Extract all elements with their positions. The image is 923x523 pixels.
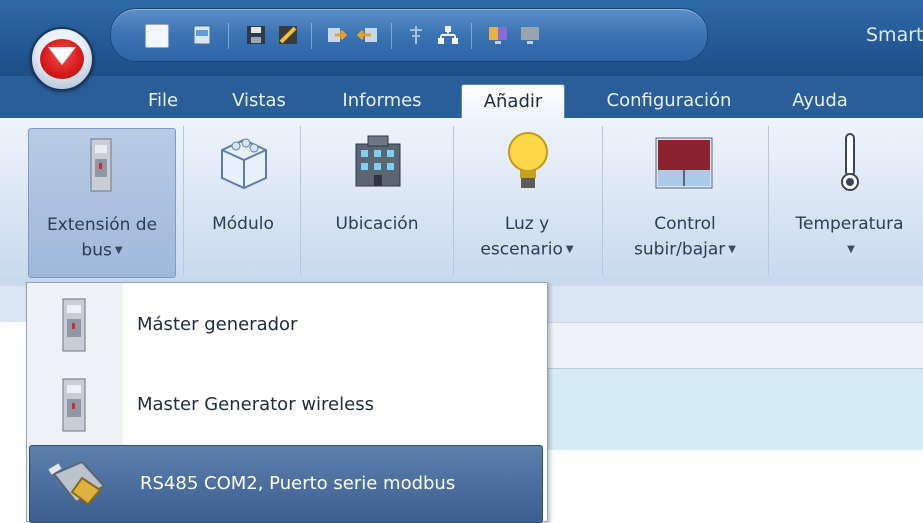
window-title: Smart bbox=[866, 24, 923, 46]
bus-module-icon bbox=[62, 378, 86, 432]
content-header bbox=[545, 322, 923, 369]
import-icon[interactable] bbox=[325, 24, 348, 46]
ubicacion-button[interactable]: Ubicación bbox=[312, 128, 442, 276]
tab-file[interactable]: File bbox=[140, 84, 186, 118]
menu-item-label: Master Generator wireless bbox=[137, 394, 374, 415]
separator bbox=[471, 23, 472, 49]
tab-ayuda[interactable]: Ayuda bbox=[782, 84, 858, 118]
content-area bbox=[545, 450, 923, 520]
separator bbox=[311, 23, 312, 49]
network-icon[interactable] bbox=[437, 24, 459, 46]
luz-y-escenario-button[interactable]: Luz y escenario ▼ bbox=[462, 128, 592, 276]
module-cube-icon bbox=[221, 138, 267, 190]
thermometer-icon bbox=[841, 133, 859, 191]
tab-anadir[interactable]: Añadir bbox=[461, 84, 565, 119]
ubicacion-label: Ubicación bbox=[335, 214, 419, 234]
extension-de-bus-button[interactable]: Extensión de bus ▼ bbox=[28, 128, 176, 278]
tab-informes[interactable]: Informes bbox=[330, 84, 434, 118]
ribbon-panel: Extensión de bus ▼ Módulo Ubicación Luz y… bbox=[0, 118, 923, 287]
quick-access-toolbar bbox=[110, 8, 708, 62]
blind-shutter-icon bbox=[655, 137, 713, 189]
ribbon-tabs: File Vistas Informes Añadir Configuració… bbox=[0, 76, 923, 119]
control-subir-bajar-button[interactable]: Control subir/bajar ▼ bbox=[614, 128, 756, 276]
menu-item-master-generator-wireless[interactable]: Master Generator wireless bbox=[27, 367, 547, 443]
app-logo-triangle-icon bbox=[48, 47, 76, 65]
dropdown-caret-icon: ▼ bbox=[565, 244, 574, 255]
group-separator bbox=[300, 126, 301, 276]
monitor-color-icon[interactable] bbox=[487, 24, 509, 46]
separator bbox=[391, 23, 392, 49]
menu-item-rs485-com2[interactable]: RS485 COM2, Puerto serie modbus bbox=[29, 445, 543, 523]
group-separator bbox=[453, 126, 454, 276]
modulo-label: Módulo bbox=[212, 214, 274, 234]
content-selected-row[interactable] bbox=[545, 368, 923, 451]
title-bar: Smart bbox=[0, 0, 923, 76]
serial-connector-icon bbox=[48, 460, 106, 506]
dropdown-caret-icon: ▼ bbox=[728, 244, 736, 255]
group-separator bbox=[183, 126, 184, 276]
bus-module-icon bbox=[90, 138, 112, 192]
separator bbox=[228, 23, 229, 49]
dropdown-caret-icon: ▼ bbox=[847, 244, 855, 255]
edit-icon[interactable] bbox=[277, 24, 299, 46]
group-separator bbox=[602, 126, 603, 276]
monitor-gray-icon[interactable] bbox=[519, 24, 541, 46]
print-icon[interactable] bbox=[191, 24, 213, 46]
building-icon bbox=[355, 135, 401, 187]
tab-vistas[interactable]: Vistas bbox=[222, 84, 296, 118]
control-subir-bajar-label: Control subir/bajar ▼ bbox=[634, 214, 736, 260]
application-menu-button[interactable] bbox=[30, 27, 94, 91]
new-document-icon[interactable] bbox=[145, 24, 169, 48]
temperatura-button[interactable]: Temperatura ▼ bbox=[776, 128, 923, 276]
luz-y-escenario-label: Luz y escenario ▼ bbox=[480, 214, 574, 260]
temperatura-label: Temperatura ▼ bbox=[795, 214, 904, 255]
group-separator bbox=[768, 126, 769, 276]
tab-configuracion[interactable]: Configuración bbox=[588, 84, 750, 118]
menu-item-label: Máster generador bbox=[137, 314, 298, 335]
antenna-icon[interactable] bbox=[405, 24, 427, 46]
menu-item-master-generador[interactable]: Máster generador bbox=[27, 287, 547, 363]
extension-de-bus-dropdown: Máster generador Master Generator wirele… bbox=[26, 282, 548, 523]
menu-item-label: RS485 COM2, Puerto serie modbus bbox=[140, 473, 456, 494]
modulo-button[interactable]: Módulo bbox=[190, 128, 296, 276]
bus-module-icon bbox=[62, 298, 86, 352]
export-icon[interactable] bbox=[356, 24, 379, 46]
save-icon[interactable] bbox=[245, 24, 267, 46]
extension-de-bus-label: Extensión de bus ▼ bbox=[46, 215, 158, 261]
dropdown-caret-icon: ▼ bbox=[114, 245, 123, 256]
light-bulb-icon bbox=[508, 132, 548, 188]
